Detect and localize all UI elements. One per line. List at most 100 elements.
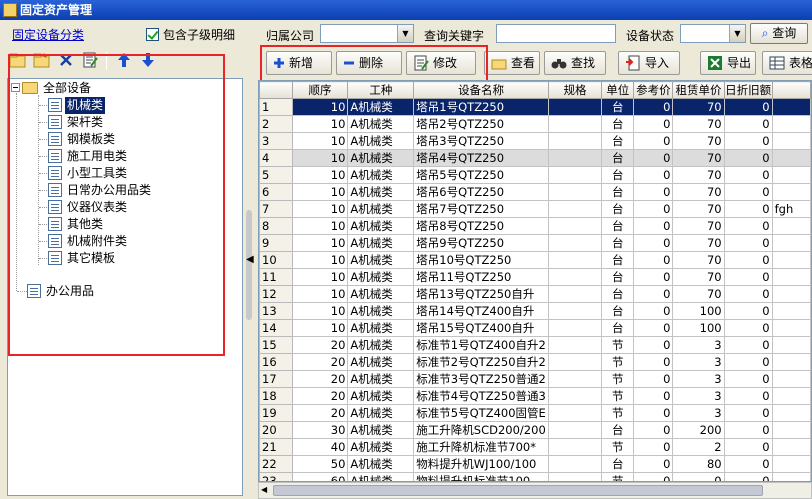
table-cell[interactable]: 塔吊11号QTZ250 (413, 268, 549, 286)
table-cell[interactable]: 0 (633, 387, 674, 405)
table-cell[interactable] (547, 251, 603, 269)
horizontal-scrollbar[interactable]: ◀ (258, 482, 812, 499)
table-cell[interactable]: 70 (672, 98, 725, 116)
table-row[interactable]: 10 10 A机械类 塔吊10号QTZ250 台 0 70 0 (259, 251, 811, 269)
table-cell[interactable] (771, 132, 811, 150)
add-button[interactable]: 新增 (266, 51, 332, 75)
table-row[interactable]: 6 10 A机械类 塔吊6号QTZ250 台 0 70 0 (259, 183, 811, 201)
table-cell[interactable] (547, 421, 603, 439)
table-cell[interactable]: 80 (672, 455, 725, 473)
table-cell[interactable]: A机械类 (347, 353, 415, 371)
keyword-input[interactable] (496, 24, 616, 43)
table-cell[interactable]: 施工升降机标准节700* (413, 438, 549, 456)
find-button[interactable]: 查找 (544, 51, 606, 75)
table-cell[interactable]: A机械类 (347, 438, 415, 456)
tree-node-category[interactable]: 其他类 (48, 216, 105, 233)
table-cell[interactable]: 10 (291, 200, 349, 218)
table-cell[interactable] (547, 319, 603, 337)
column-header[interactable] (771, 81, 811, 99)
table-cell[interactable] (547, 217, 603, 235)
table-cell[interactable] (547, 387, 603, 405)
table-cell[interactable]: 0 (723, 183, 773, 201)
table-cell[interactable]: A机械类 (347, 472, 415, 481)
table-cell[interactable] (547, 234, 603, 252)
tree-node-category[interactable]: 机械附件类 (48, 233, 129, 250)
table-cell[interactable]: 0 (633, 319, 674, 337)
table-cell[interactable]: 塔吊7号QTZ250 (413, 200, 549, 218)
status-select[interactable]: ▼ (680, 24, 746, 43)
row-number-cell[interactable]: 9 (259, 234, 293, 252)
table-cell[interactable]: 10 (291, 149, 349, 167)
collapse-icon[interactable] (11, 83, 20, 92)
table-cell[interactable] (547, 149, 603, 167)
tree-node-category[interactable]: 日常办公用品类 (48, 182, 153, 199)
table-cell[interactable]: 节 (601, 404, 635, 422)
dropdown-arrow-icon[interactable]: ▼ (729, 25, 745, 42)
new-folder-icon[interactable] (8, 50, 28, 70)
table-cell[interactable]: 2 (672, 438, 725, 456)
row-number-cell[interactable]: 13 (259, 302, 293, 320)
table-cell[interactable]: 70 (672, 183, 725, 201)
table-cell[interactable]: 3 (672, 387, 725, 405)
table-cell[interactable]: 10 (291, 302, 349, 320)
table-cell[interactable]: 200 (672, 421, 725, 439)
table-cell[interactable]: 0 (723, 149, 773, 167)
table-cell[interactable] (547, 353, 603, 371)
table-cell[interactable] (771, 98, 811, 116)
table-cell[interactable] (547, 115, 603, 133)
table-row[interactable]: 12 10 A机械类 塔吊13号QTZ250自升台 0 70 0 (259, 285, 811, 303)
table-cell[interactable]: 塔吊5号QTZ250 (413, 166, 549, 184)
view-button[interactable]: 查看 (484, 51, 540, 75)
table-cell[interactable]: 0 (633, 149, 674, 167)
table-cell[interactable] (771, 183, 811, 201)
table-cell[interactable]: A机械类 (347, 132, 415, 150)
table-cell[interactable] (771, 268, 811, 286)
table-cell[interactable] (547, 98, 603, 116)
table-cell[interactable] (547, 200, 603, 218)
table-cell[interactable]: 0 (723, 200, 773, 218)
table-cell[interactable]: 100 (672, 319, 725, 337)
table-cell[interactable]: 70 (672, 268, 725, 286)
table-cell[interactable]: 0 (723, 387, 773, 405)
checkbox-checked-icon[interactable] (146, 28, 159, 41)
table-cell[interactable] (547, 472, 603, 481)
table-cell[interactable]: 节 (601, 387, 635, 405)
table-cell[interactable] (547, 183, 603, 201)
table-cell[interactable]: 0 (723, 285, 773, 303)
column-header[interactable]: 设备名称 (413, 81, 549, 99)
table-cell[interactable]: 10 (291, 217, 349, 235)
table-cell[interactable]: 70 (672, 132, 725, 150)
table-cell[interactable] (771, 302, 811, 320)
table-cell[interactable]: 70 (672, 285, 725, 303)
table-cell[interactable] (771, 387, 811, 405)
row-number-cell[interactable]: 17 (259, 370, 293, 388)
row-number-cell[interactable]: 23 (259, 472, 293, 481)
table-row[interactable]: 23 60 A机械类 物料提升机标准节100 节 0 0 0 (259, 472, 811, 481)
table-cell[interactable]: 0 (633, 438, 674, 456)
table-cell[interactable]: 塔吊3号QTZ250 (413, 132, 549, 150)
table-row[interactable]: 3 10 A机械类 塔吊3号QTZ250 台 0 70 0 (259, 132, 811, 150)
table-row[interactable]: 11 10 A机械类 塔吊11号QTZ250 台 0 70 0 (259, 268, 811, 286)
table-cell[interactable]: A机械类 (347, 234, 415, 252)
table-cell[interactable]: A机械类 (347, 251, 415, 269)
table-row[interactable]: 14 10 A机械类 塔吊15号QTZ400自升台 0 100 0 (259, 319, 811, 337)
table-cell[interactable]: 10 (291, 166, 349, 184)
table-cell[interactable] (547, 302, 603, 320)
table-cell[interactable]: 0 (723, 132, 773, 150)
table-cell[interactable]: 10 (291, 115, 349, 133)
table-cell[interactable]: A机械类 (347, 404, 415, 422)
table-cell[interactable]: A机械类 (347, 319, 415, 337)
table-cell[interactable]: 0 (723, 370, 773, 388)
table-cell[interactable]: 0 (633, 234, 674, 252)
table-cell[interactable]: A机械类 (347, 115, 415, 133)
row-number-cell[interactable]: 11 (259, 268, 293, 286)
table-cell[interactable]: 30 (291, 421, 349, 439)
table-cell[interactable]: 物料提升机标准节100 (413, 472, 549, 481)
row-number-cell[interactable]: 20 (259, 421, 293, 439)
table-cell[interactable] (771, 149, 811, 167)
table-row[interactable]: 18 20 A机械类 标准节4号QTZ250普通3 节 0 3 0 (259, 387, 811, 405)
table-cell[interactable]: 60 (291, 472, 349, 481)
table-cell[interactable]: 塔吊8号QTZ250 (413, 217, 549, 235)
tree-node-category[interactable]: 其它模板 (48, 250, 117, 267)
tree-node-office[interactable]: 办公用品 (27, 283, 96, 300)
